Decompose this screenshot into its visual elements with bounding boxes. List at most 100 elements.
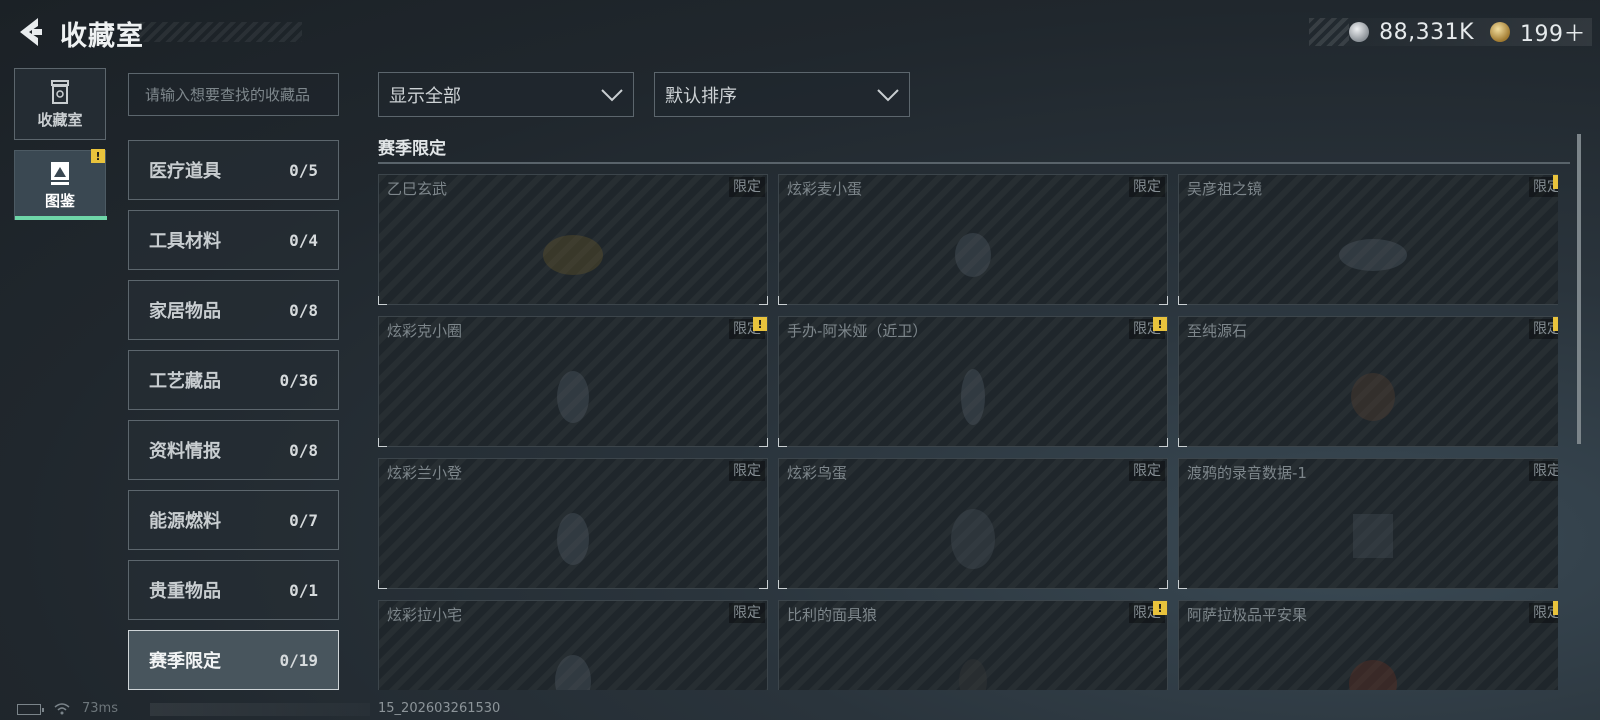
- category-label: 工具材料: [149, 231, 221, 252]
- item-card[interactable]: 渡鸦的录音数据-1 限定: [1178, 458, 1558, 589]
- item-grid: 乙巳玄武 限定 炫彩麦小蛋 限定 吴彦祖之镜 限定 ! 炫彩克小圈 限定 ! 手…: [378, 174, 1558, 690]
- status-bar: 73ms 15_202603261530: [0, 698, 1600, 720]
- silver-coin-icon: [1349, 22, 1370, 42]
- item-silhouette-icon: [1349, 659, 1397, 690]
- limited-tag: 限定: [729, 177, 765, 197]
- alert-badge: !: [1553, 317, 1558, 331]
- item-card[interactable]: 至纯源石 限定 !: [1178, 316, 1558, 447]
- header: 收藏室 88,331K 199＋: [0, 0, 1600, 64]
- silver-currency-value: 88,331K: [1379, 19, 1474, 45]
- item-card[interactable]: 炫彩麦小蛋 限定: [778, 174, 1168, 305]
- item-name: 渡鸦的录音数据-1: [1187, 464, 1307, 482]
- category-label: 赛季限定: [149, 651, 221, 672]
- category-count: 0/36: [279, 370, 318, 390]
- item-name: 至纯源石: [1187, 322, 1248, 340]
- nav-collection-room[interactable]: 收藏室: [14, 68, 106, 140]
- item-name: 炫彩麦小蛋: [787, 180, 863, 198]
- item-card[interactable]: 炫彩拉小宅 限定: [378, 600, 768, 690]
- chevron-down-icon: [877, 88, 899, 101]
- category-count: 0/1: [289, 580, 318, 600]
- item-silhouette-icon: [543, 234, 603, 275]
- back-arrow-icon: [20, 18, 42, 46]
- nav-collection-room-label: 收藏室: [37, 110, 83, 129]
- alert-badge: !: [1553, 601, 1558, 615]
- item-silhouette-icon: [955, 232, 991, 277]
- item-silhouette-icon: [1353, 513, 1393, 558]
- alert-badge: !: [1153, 601, 1167, 615]
- item-card[interactable]: 炫彩鸟蛋 限定: [778, 458, 1168, 589]
- item-card[interactable]: 炫彩克小圈 限定 !: [378, 316, 768, 447]
- category-tools[interactable]: 工具材料 0/4: [128, 210, 339, 270]
- alert-badge: !: [753, 317, 767, 331]
- category-label: 资料情报: [149, 441, 221, 462]
- nav-catalog[interactable]: ! 图鉴: [14, 149, 107, 220]
- gold-coin-icon: [1490, 22, 1510, 42]
- limited-tag: 限定: [1529, 461, 1558, 481]
- item-name: 手办-阿米娅（近卫）: [787, 322, 928, 340]
- section-divider: [378, 162, 1570, 164]
- item-name: 乙巳玄武: [387, 180, 448, 198]
- alert-badge: !: [1553, 175, 1558, 189]
- limited-tag: 限定: [1129, 177, 1165, 197]
- category-label: 贵重物品: [149, 581, 221, 602]
- filter-dropdown[interactable]: 显示全部: [378, 72, 634, 117]
- filter-value: 显示全部: [389, 85, 461, 107]
- item-name: 阿萨拉极品平安果: [1187, 606, 1308, 624]
- item-card[interactable]: 乙巳玄武 限定: [378, 174, 768, 305]
- limited-tag: 限定: [729, 461, 765, 481]
- item-card[interactable]: 比利的面具狼 限定 !: [778, 600, 1168, 690]
- sort-value: 默认排序: [665, 85, 737, 107]
- category-crafts[interactable]: 工艺藏品 0/36: [128, 350, 339, 410]
- search-input[interactable]: [129, 74, 338, 115]
- item-name: 炫彩克小圈: [387, 322, 463, 340]
- item-silhouette-icon: [557, 512, 589, 565]
- category-count: 0/8: [289, 440, 318, 460]
- ping-value: 73ms: [82, 701, 118, 716]
- wifi-icon: [54, 703, 70, 715]
- item-name: 炫彩拉小宅: [387, 606, 463, 624]
- category-label: 能源燃料: [149, 511, 221, 532]
- limited-tag: 限定: [1129, 461, 1165, 481]
- category-medical[interactable]: 医疗道具 0/5: [128, 140, 339, 200]
- page-title: 收藏室: [60, 21, 144, 52]
- item-silhouette-icon: [1339, 238, 1407, 271]
- section-title: 赛季限定: [378, 139, 446, 159]
- chevron-down-icon: [601, 88, 623, 101]
- sort-dropdown[interactable]: 默认排序: [654, 72, 910, 117]
- item-silhouette-icon: [961, 368, 985, 425]
- category-count: 0/19: [279, 650, 318, 670]
- item-silhouette-icon: [959, 658, 987, 690]
- item-card[interactable]: 吴彦祖之镜 限定 !: [1178, 174, 1558, 305]
- item-name: 炫彩兰小登: [387, 464, 463, 482]
- item-name: 比利的面具狼: [787, 606, 878, 624]
- limited-tag: 限定: [729, 603, 765, 623]
- category-household[interactable]: 家居物品 0/8: [128, 280, 339, 340]
- item-name: 炫彩鸟蛋: [787, 464, 848, 482]
- category-valuables[interactable]: 贵重物品 0/1: [128, 560, 339, 620]
- item-silhouette-icon: [951, 508, 995, 569]
- item-card[interactable]: 手办-阿米娅（近卫） 限定 !: [778, 316, 1168, 447]
- category-count: 0/8: [289, 300, 318, 320]
- item-name: 吴彦祖之镜: [1187, 180, 1263, 198]
- catalog-book-icon: [51, 161, 69, 185]
- category-label: 家居物品: [149, 301, 221, 322]
- item-silhouette-icon: [555, 654, 591, 690]
- currency-bar: 88,331K 199＋: [1309, 16, 1592, 48]
- trash-bin-icon: [51, 79, 69, 104]
- category-count: 0/5: [289, 160, 318, 180]
- title-decoration: [140, 22, 302, 42]
- back-button[interactable]: [16, 16, 44, 48]
- category-energy[interactable]: 能源燃料 0/7: [128, 490, 339, 550]
- category-season-limited[interactable]: 赛季限定 0/19: [128, 630, 339, 690]
- battery-icon: [17, 704, 44, 715]
- category-count: 0/7: [289, 510, 318, 530]
- gold-currency-value[interactable]: 199＋: [1520, 16, 1586, 48]
- search-box[interactable]: [128, 73, 339, 116]
- category-count: 0/4: [289, 230, 318, 250]
- item-card[interactable]: 炫彩兰小登 限定: [378, 458, 768, 589]
- blurred-info: [150, 703, 370, 716]
- currency-decoration: [1309, 18, 1350, 46]
- category-intel[interactable]: 资料情报 0/8: [128, 420, 339, 480]
- scrollbar[interactable]: [1577, 134, 1581, 444]
- item-card[interactable]: 阿萨拉极品平安果 限定 !: [1178, 600, 1558, 690]
